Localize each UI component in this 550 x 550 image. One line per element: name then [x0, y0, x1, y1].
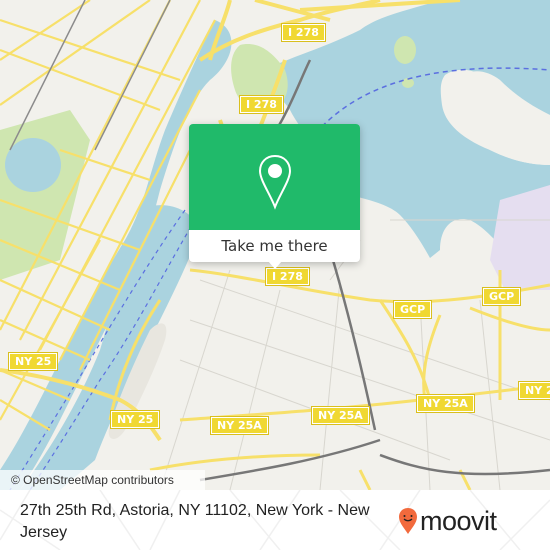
address-text: 27th 25th Rd, Astoria, NY 11102, New Yor…: [20, 502, 370, 541]
location-popup: Take me there: [189, 124, 360, 269]
shield-ny25a-4: NY 25A: [518, 381, 550, 400]
island-small-1: [394, 36, 416, 64]
popup-header: [189, 124, 360, 230]
shield-gcp-west: GCP: [392, 300, 433, 319]
shield-ny25-east: NY 25: [109, 410, 161, 429]
shield-ny25a-3: NY 25A: [416, 394, 475, 413]
reservoir: [5, 138, 61, 192]
moovit-logo[interactable]: moovit: [398, 506, 497, 536]
shield-ny25a-1: NY 25A: [210, 416, 269, 435]
map-attribution[interactable]: © OpenStreetMap contributors: [0, 470, 205, 490]
shield-gcp-east: GCP: [481, 287, 522, 306]
shield-i278-mid: I 278: [239, 95, 284, 114]
take-me-there-button[interactable]: Take me there: [189, 230, 360, 262]
moovit-logo-icon: [399, 508, 417, 534]
shield-ny25a-2: NY 25A: [311, 406, 370, 425]
footer-bar: 27th 25th Rd, Astoria, NY 11102, New Yor…: [0, 490, 550, 550]
shield-i278-south: I 278: [265, 267, 310, 286]
shield-i278-north: I 278: [281, 23, 326, 42]
park-central: [0, 110, 90, 280]
map-view[interactable]: I 278 I 278 I 278 GCP GCP NY 25 NY 25 NY…: [0, 0, 550, 490]
shield-ny25-west: NY 25: [7, 352, 59, 371]
map-pin-icon: [258, 154, 292, 210]
popup-pointer: [268, 261, 282, 269]
moovit-wordmark: moovit: [420, 506, 497, 536]
